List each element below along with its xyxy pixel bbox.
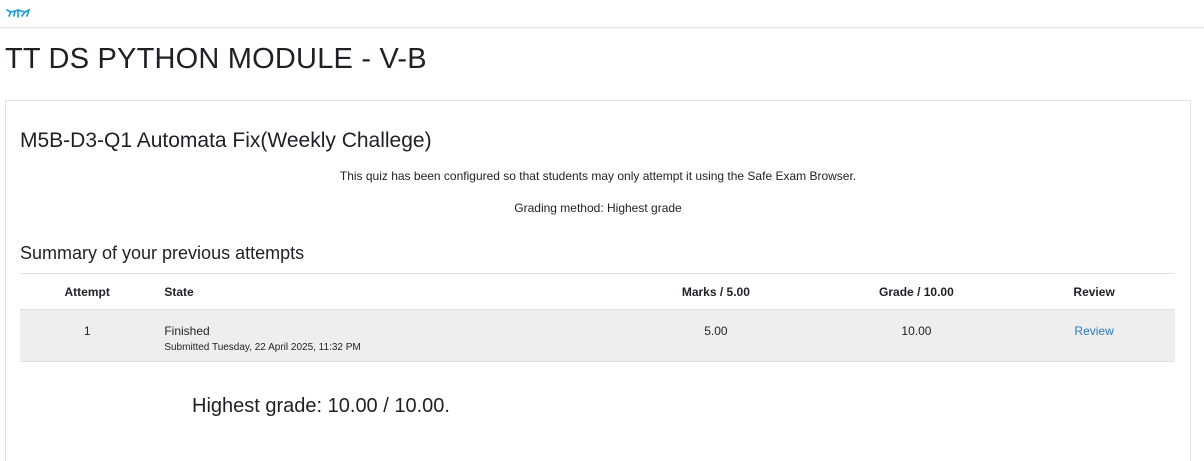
attempt-number: 1 [83,324,91,338]
seb-notice: This quiz has been configured so that st… [339,169,857,183]
attempt-state: Finished [164,324,210,338]
quiz-content-region: M5B-D3-Q1 Automata Fix(Weekly Challege) … [5,100,1191,461]
highest-grade: Highest grade: 10.00 / 10.00. [192,395,450,417]
review-link[interactable]: Review [1074,324,1113,338]
attempt-state-cell: Finished Submitted Tuesday, 22 April 202… [154,310,612,362]
quiz-title: M5B-D3-Q1 Automata Fix(Weekly Challege) [20,129,432,152]
attempt-submitted-time: Submitted Tuesday, 22 April 2025, 11:32 … [164,342,361,353]
top-navbar [0,0,1204,28]
course-title: TT DS PYTHON MODULE - V-B [5,43,427,75]
review-cell: Review [1013,310,1175,362]
column-header-grade: Grade / 10.00 [879,284,954,299]
wing-logo-icon[interactable] [6,8,30,18]
column-header-marks: Marks / 5.00 [681,284,750,299]
column-header-review: Review [1073,284,1115,299]
attempt-marks: 5.00 [704,324,728,338]
column-header-attempt: Attempt [64,284,110,299]
summary-heading: Summary of your previous attempts [20,243,305,263]
column-header-state: State [164,284,194,299]
table-header-row: Attempt State Marks / 5.00 Grade / 10.00… [20,273,1175,310]
grading-method: Grading method: Highest grade [514,201,682,215]
table-row: 1 Finished Submitted Tuesday, 22 April 2… [20,309,1175,362]
attempt-grade: 10.00 [901,324,932,338]
attempts-table: Attempt State Marks / 5.00 Grade / 10.00… [20,273,1175,362]
